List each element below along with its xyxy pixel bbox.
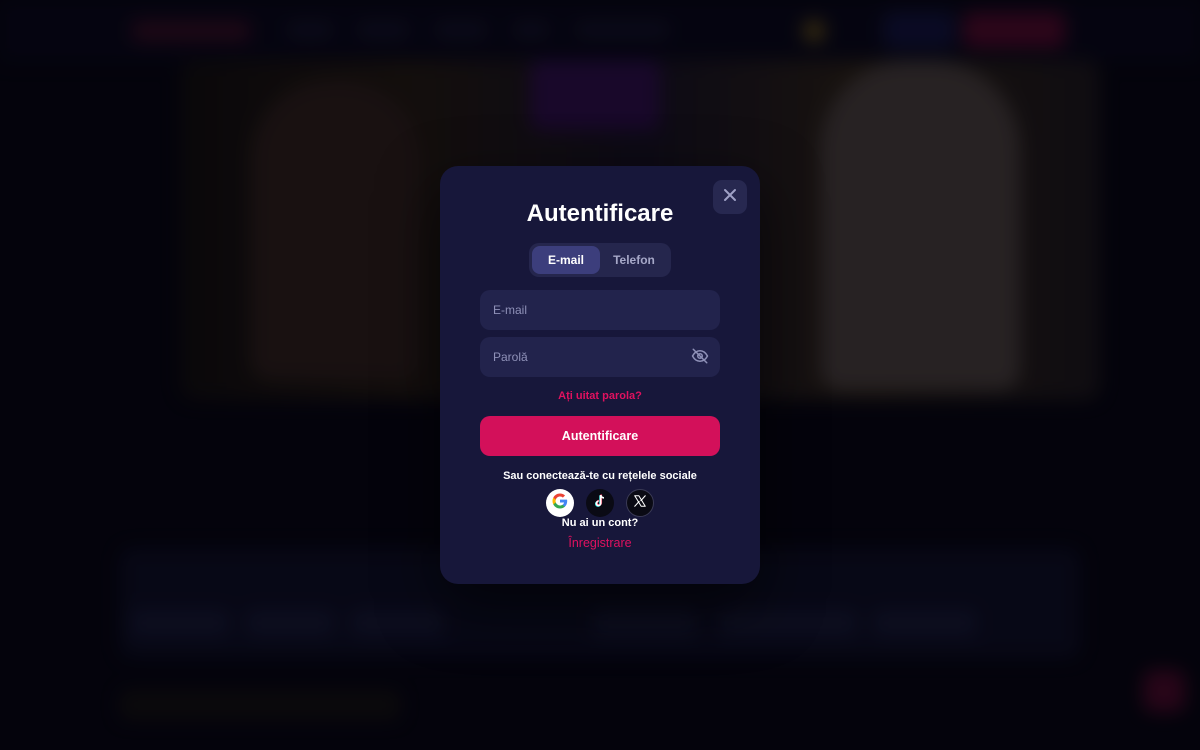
x-login-button[interactable]: [626, 489, 654, 517]
google-icon: [551, 492, 569, 515]
toggle-password-visibility[interactable]: [689, 347, 711, 369]
login-modal: Autentificare E-mail Telefon Ați uitat p…: [440, 166, 760, 584]
tab-email[interactable]: E-mail: [532, 246, 600, 274]
tiktok-icon: [592, 493, 608, 514]
social-login-buttons: [546, 489, 654, 517]
tab-phone[interactable]: Telefon: [600, 246, 668, 274]
tiktok-login-button[interactable]: [586, 489, 614, 517]
google-login-button[interactable]: [546, 489, 574, 517]
modal-title: Autentificare: [526, 200, 674, 227]
no-account-text: Nu ai un cont?: [561, 517, 639, 529]
password-input[interactable]: [480, 337, 720, 377]
email-input[interactable]: [480, 290, 720, 330]
social-login-text: Sau conectează-te cu rețelele sociale: [503, 470, 697, 482]
login-submit-button[interactable]: Autentificare: [480, 416, 720, 456]
eye-off-icon: [691, 347, 709, 370]
x-icon: [633, 494, 647, 513]
login-method-tabs: E-mail Telefon: [529, 243, 671, 277]
register-link[interactable]: Înregistrare: [440, 536, 760, 550]
forgot-password-link[interactable]: Ați uitat parola?: [440, 390, 760, 402]
